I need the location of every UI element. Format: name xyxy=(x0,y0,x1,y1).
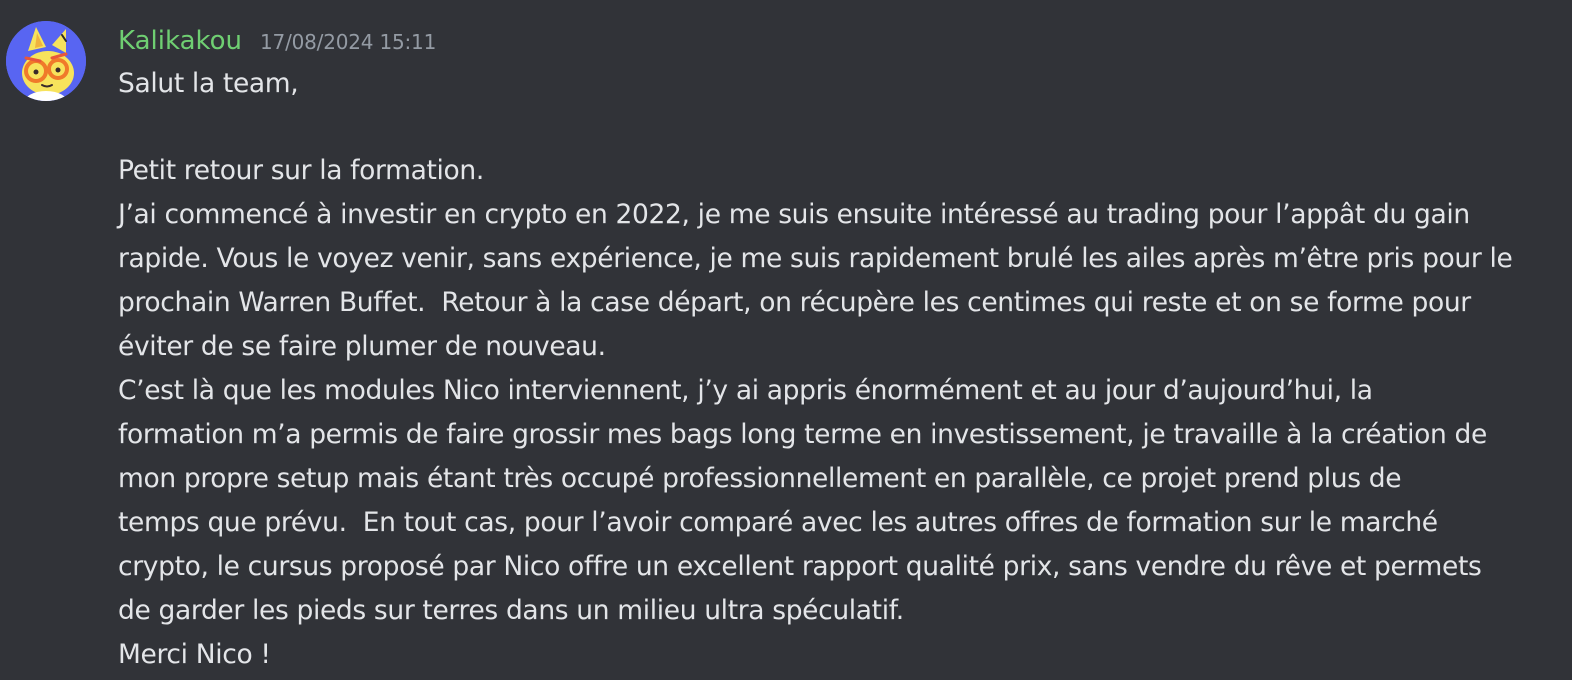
message-header: Kalikakou 17/08/2024 15:11 xyxy=(118,24,436,58)
username[interactable]: Kalikakou xyxy=(118,24,242,58)
message-content: Salut la team, Petit retour sur la forma… xyxy=(118,62,1558,677)
message-line: Salut la team, xyxy=(118,68,299,99)
message-line: formation m’a permis de faire grossir me… xyxy=(118,419,1487,450)
message-line: prochain Warren Buffet. Retour à la case… xyxy=(118,287,1471,318)
message-line-blank xyxy=(118,106,1558,149)
cat-avatar-icon xyxy=(6,21,86,101)
message-line: temps que prévu. En tout cas, pour l’avo… xyxy=(118,507,1438,538)
timestamp[interactable]: 17/08/2024 15:11 xyxy=(260,25,436,59)
message-line: de garder les pieds sur terres dans un m… xyxy=(118,595,904,626)
message-line: Petit retour sur la formation. xyxy=(118,155,484,186)
message-line: crypto, le cursus proposé par Nico offre… xyxy=(118,551,1482,582)
message-line: J’ai commencé à investir en crypto en 20… xyxy=(118,199,1470,230)
message-line: C’est là que les modules Nico intervienn… xyxy=(118,375,1373,406)
message-line: mon propre setup mais étant très occupé … xyxy=(118,463,1402,494)
message-line: Merci Nico ! xyxy=(118,639,271,670)
chat-message: Kalikakou 17/08/2024 15:11 Salut la team… xyxy=(0,0,1572,680)
message-line: rapide. Vous le voyez venir, sans expéri… xyxy=(118,243,1513,274)
message-line: éviter de se faire plumer de nouveau. xyxy=(118,331,606,362)
avatar[interactable] xyxy=(6,21,86,101)
